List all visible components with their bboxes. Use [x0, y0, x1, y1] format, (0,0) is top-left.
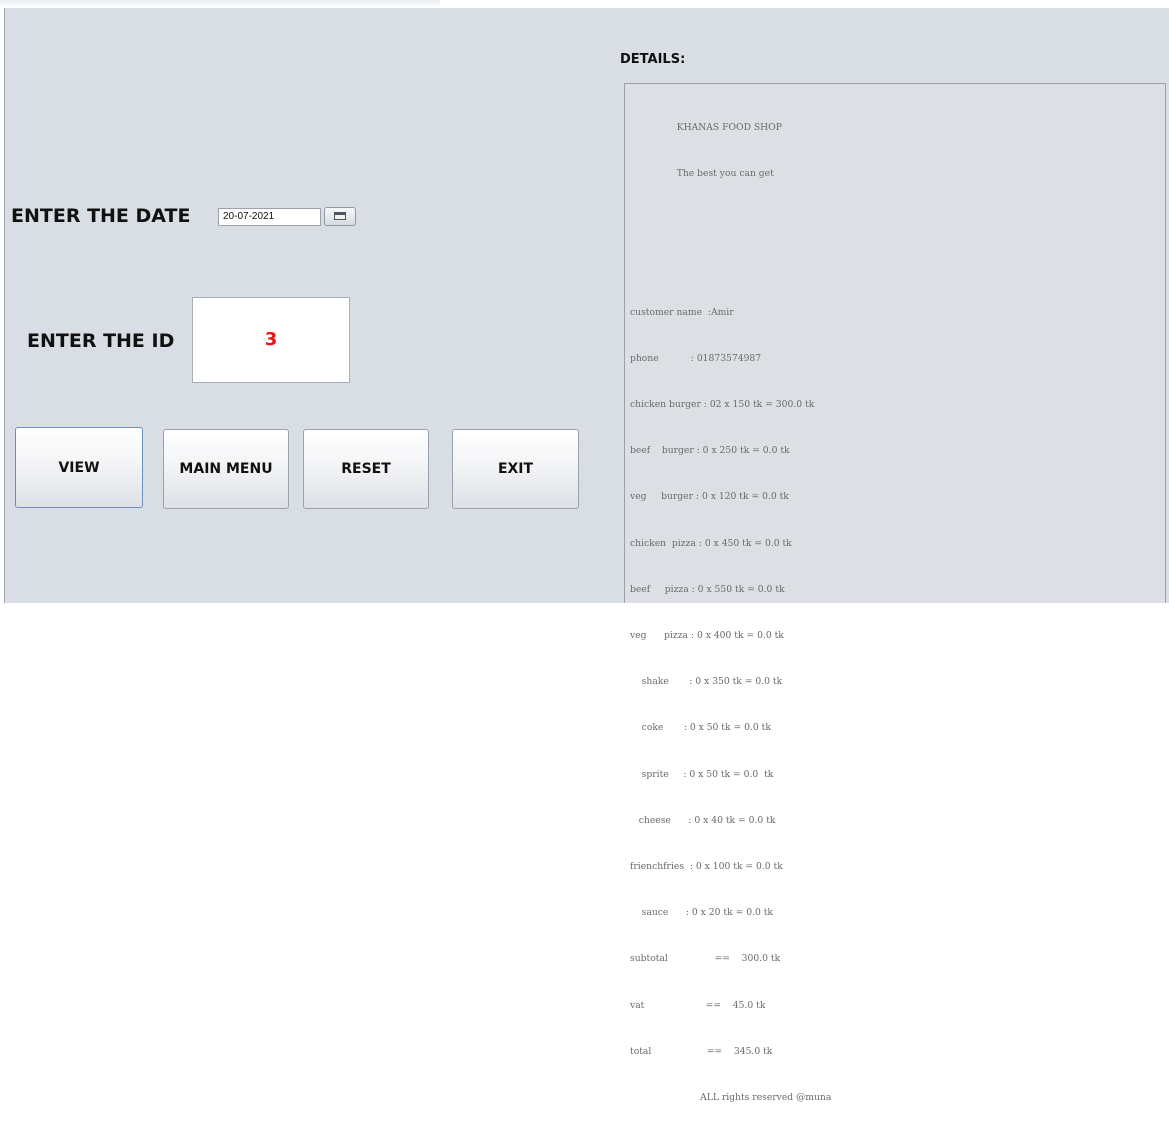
calendar-icon — [334, 212, 346, 220]
receipt-line: chicken burger : 02 x 150 tk = 300.0 tk — [630, 399, 815, 411]
receipt-line: subtotal == 300.0 tk — [630, 953, 781, 965]
receipt-line: veg burger : 0 x 120 tk = 0.0 tk — [630, 491, 789, 503]
date-field[interactable]: 20-07-2021 — [218, 208, 321, 226]
receipt-line: sauce : 0 x 20 tk = 0.0 tk — [630, 907, 773, 919]
receipt-line: phone : 01873574987 — [630, 352, 762, 364]
date-picker-button[interactable] — [324, 207, 356, 226]
receipt-line — [630, 212, 831, 227]
receipt-line: frienchfries : 0 x 100 tk = 0.0 tk — [630, 861, 783, 873]
receipt-line: total == 345.0 tk — [630, 1045, 773, 1057]
receipt-line: vat == 45.0 tk — [630, 999, 766, 1011]
date-label: ENTER THE DATE — [11, 205, 191, 227]
receipt-text: KHANAS FOOD SHOP The best you can get cu… — [630, 89, 831, 1136]
receipt-line: KHANAS FOOD SHOP — [630, 121, 782, 133]
receipt-line: ALL rights reserved @muna — [630, 1092, 832, 1104]
receipt-line: sprite : 0 x 50 tk = 0.0 tk — [630, 768, 774, 780]
receipt-line: customer name :Amir — [630, 306, 734, 318]
receipt-line: shake : 0 x 350 tk = 0.0 tk — [630, 676, 783, 688]
receipt-line: cheese : 0 x 40 tk = 0.0 tk — [630, 814, 776, 826]
receipt-line: coke : 0 x 50 tk = 0.0 tk — [630, 722, 771, 734]
top-shadow — [0, 0, 440, 8]
main-menu-button[interactable]: MAIN MENU — [163, 429, 289, 509]
view-button[interactable]: VIEW — [15, 427, 143, 508]
id-label: ENTER THE ID — [27, 330, 175, 352]
receipt-line — [630, 258, 831, 273]
receipt-line: veg pizza : 0 x 400 tk = 0.0 tk — [630, 630, 784, 642]
id-field[interactable]: 3 — [192, 297, 350, 383]
receipt-line: beef burger : 0 x 250 tk = 0.0 tk — [630, 445, 790, 457]
receipt-line: beef pizza : 0 x 550 tk = 0.0 tk — [630, 583, 785, 595]
receipt-line: chicken pizza : 0 x 450 tk = 0.0 tk — [630, 537, 792, 549]
details-label: DETAILS: — [620, 52, 686, 67]
receipt-line: The best you can get — [630, 168, 774, 180]
exit-button[interactable]: EXIT — [452, 429, 579, 509]
app-window: ENTER THE DATE 20-07-2021 ENTER THE ID 3… — [0, 0, 1169, 1103]
reset-button[interactable]: RESET — [303, 429, 429, 509]
